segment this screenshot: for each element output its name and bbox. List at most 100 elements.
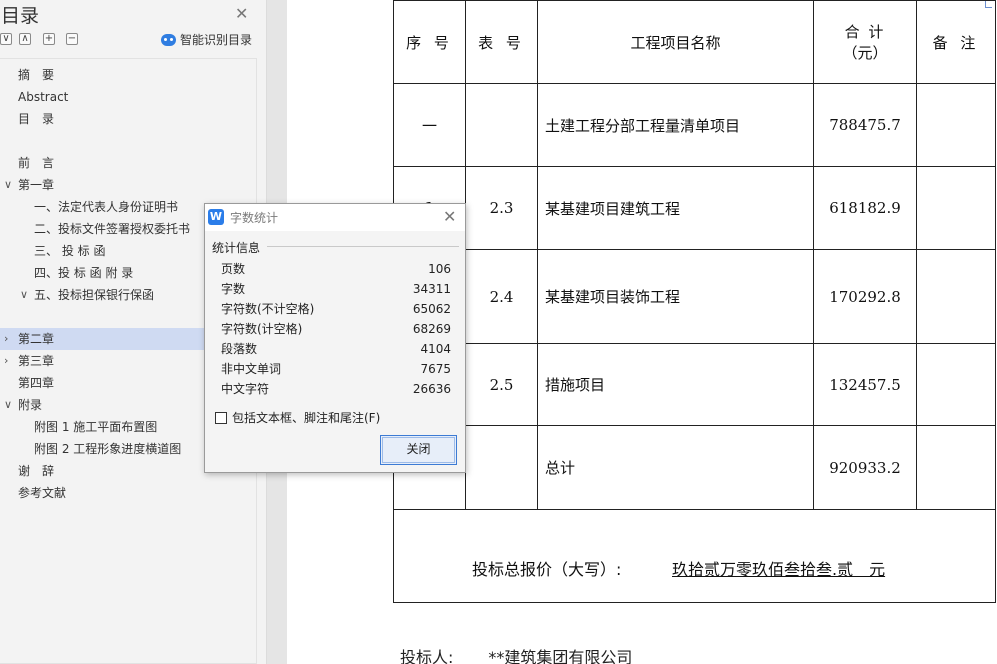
stat-label: 非中文单词 bbox=[221, 362, 282, 376]
include-checkbox-label: 包括文本框、脚注和尾注(F) bbox=[232, 411, 381, 425]
total-price-label: 投标总报价（大写）: bbox=[472, 560, 622, 579]
row-table-no: 2.5 bbox=[465, 343, 538, 426]
row-table-no bbox=[465, 83, 538, 167]
table-row: 1 2.3 某基建项目建筑工程 618182.9 bbox=[393, 166, 996, 250]
chevron-down-icon[interactable]: ∨ bbox=[20, 284, 28, 306]
chevron-right-icon[interactable]: › bbox=[4, 350, 8, 372]
stat-value: 106 bbox=[428, 262, 451, 276]
close-icon[interactable]: ✕ bbox=[235, 4, 248, 23]
toc-title: 目录 bbox=[1, 5, 40, 27]
row-remark bbox=[916, 343, 996, 426]
stat-label: 字符数(不计空格) bbox=[221, 302, 315, 316]
stat-label: 段落数 bbox=[221, 342, 258, 356]
toc-item-label: 三、 投 标 函 bbox=[34, 244, 106, 258]
header-seq: 序 号 bbox=[393, 0, 466, 84]
row-total: 170292.8 bbox=[813, 249, 917, 344]
table-row: 二 2.5 措施项目 132457.5 bbox=[393, 343, 996, 426]
close-icon[interactable]: ✕ bbox=[443, 207, 456, 226]
bidder-value: **建筑集团有限公司 bbox=[453, 644, 667, 664]
row-total: 788475.7 bbox=[813, 83, 917, 167]
row-table-no bbox=[465, 425, 538, 510]
robot-icon bbox=[161, 33, 176, 46]
toc-item-label: 四、投 标 函 附 录 bbox=[34, 266, 134, 280]
header-total-unit: （元） bbox=[842, 44, 888, 62]
stat-label: 中文字符 bbox=[221, 382, 270, 396]
dialog-titlebar[interactable]: W 字数统计 ✕ bbox=[205, 204, 465, 231]
row-total: 920933.2 bbox=[813, 425, 917, 510]
chevron-down-icon[interactable]: ∨ bbox=[4, 174, 12, 196]
toc-item[interactable]: 目 录 bbox=[0, 108, 256, 130]
stat-row: 中文字符 26636 bbox=[221, 379, 451, 399]
toc-item-label: 参考文献 bbox=[18, 486, 67, 500]
word-count-dialog: W 字数统计 ✕ 统计信息 页数 106 字数 34311 字符数(不计空格) 65062… bbox=[204, 203, 466, 473]
chevron-down-icon[interactable]: ∨ bbox=[4, 394, 12, 416]
table-row: 总计 920933.2 bbox=[393, 425, 996, 510]
smart-toc-label: 智能识别目录 bbox=[180, 33, 253, 47]
collapse-all-icon[interactable]: ∨ bbox=[0, 33, 12, 45]
toc-item[interactable]: ∨ 第一章 bbox=[0, 174, 256, 196]
stat-row: 字符数(不计空格) 65062 bbox=[221, 299, 451, 319]
stat-label: 字符数(计空格) bbox=[221, 322, 303, 336]
header-project-name: 工程项目名称 bbox=[537, 0, 814, 84]
expand-up-icon[interactable]: ∧ bbox=[19, 33, 31, 45]
section-divider bbox=[267, 246, 459, 247]
row-project-name: 措施项目 bbox=[537, 343, 814, 426]
stat-label: 页数 bbox=[221, 262, 246, 276]
row-remark bbox=[916, 425, 996, 510]
stat-row: 页数 106 bbox=[221, 259, 451, 279]
row-project-name: 土建工程分部工程量清单项目 bbox=[537, 83, 814, 167]
row-project-name: 某基建项目建筑工程 bbox=[537, 166, 814, 250]
add-heading-icon[interactable]: + bbox=[43, 33, 55, 45]
header-total: 合 计 （元） bbox=[813, 0, 917, 84]
toc-item-label: 二、投标文件签署授权委托书 bbox=[34, 222, 191, 236]
row-remark bbox=[916, 83, 996, 167]
toc-item[interactable]: Abstract bbox=[0, 86, 256, 108]
row-remark bbox=[916, 249, 996, 344]
toc-item-label: 第四章 bbox=[18, 376, 55, 390]
stat-row: 字数 34311 bbox=[221, 279, 451, 299]
stat-value: 4104 bbox=[420, 342, 451, 356]
row-seq: 一 bbox=[393, 83, 466, 167]
bidder-line: 投标人: **建筑集团有限公司 bbox=[400, 644, 667, 664]
stat-label: 字数 bbox=[221, 282, 246, 296]
toc-item-label: 谢 辞 bbox=[18, 464, 55, 478]
header-total-label: 合 计 bbox=[844, 23, 886, 41]
toc-item-label: 第二章 bbox=[18, 332, 55, 346]
stat-value: 68269 bbox=[412, 322, 451, 336]
toc-item-label: 目 录 bbox=[18, 112, 55, 126]
toc-item-label: 五、投标担保银行保函 bbox=[34, 288, 155, 302]
smart-toc-button[interactable]: 智能识别目录 bbox=[161, 31, 252, 48]
row-project-name: 某基建项目装饰工程 bbox=[537, 249, 814, 344]
toc-item-label: 前 言 bbox=[18, 156, 55, 170]
chevron-right-icon[interactable]: › bbox=[4, 328, 8, 350]
toc-item[interactable]: 参考文献 bbox=[0, 482, 256, 504]
stat-value: 26636 bbox=[412, 382, 451, 396]
stats-section-title: 统计信息 bbox=[212, 241, 261, 255]
stat-row: 段落数 4104 bbox=[221, 339, 451, 359]
row-project-name: 总计 bbox=[537, 425, 814, 510]
toc-item-label: 摘 要 bbox=[18, 68, 55, 82]
header-remark: 备 注 bbox=[916, 0, 996, 84]
row-table-no: 2.3 bbox=[465, 166, 538, 250]
toc-item-label: 第一章 bbox=[18, 178, 55, 192]
bidder-label: 投标人: bbox=[400, 648, 454, 664]
toc-item-label: 附图 1 施工平面布置图 bbox=[34, 420, 158, 434]
wps-writer-icon: W bbox=[208, 209, 224, 225]
total-price-row: 投标总报价（大写）: 玖拾贰万零玖佰叁拾叁.贰 元 bbox=[393, 509, 996, 603]
toc-item[interactable]: 摘 要 bbox=[0, 64, 256, 86]
toc-item-label: 第三章 bbox=[18, 354, 55, 368]
toc-item-label: 附录 bbox=[18, 398, 43, 412]
toc-item-label: 附图 2 工程形象进度横道图 bbox=[34, 442, 182, 456]
include-checkbox[interactable] bbox=[215, 412, 227, 424]
row-total: 618182.9 bbox=[813, 166, 917, 250]
table-row: 2 2.4 某基建项目装饰工程 170292.8 bbox=[393, 249, 996, 344]
close-button[interactable]: 关闭 bbox=[380, 435, 457, 465]
toc-item[interactable]: 前 言 bbox=[0, 152, 256, 174]
remove-heading-icon[interactable]: − bbox=[66, 33, 78, 45]
total-price-value: 玖拾贰万零玖佰叁拾叁.贰 元 bbox=[672, 560, 886, 579]
header-table-no: 表 号 bbox=[465, 0, 538, 84]
toc-item-label: Abstract bbox=[18, 90, 69, 104]
row-total: 132457.5 bbox=[813, 343, 917, 426]
price-summary-table: 序 号 表 号 工程项目名称 合 计 （元） 备 注 一 土建工程分部工程量清单… bbox=[393, 0, 996, 603]
toc-item-label: 一、法定代表人身份证明书 bbox=[34, 200, 179, 214]
